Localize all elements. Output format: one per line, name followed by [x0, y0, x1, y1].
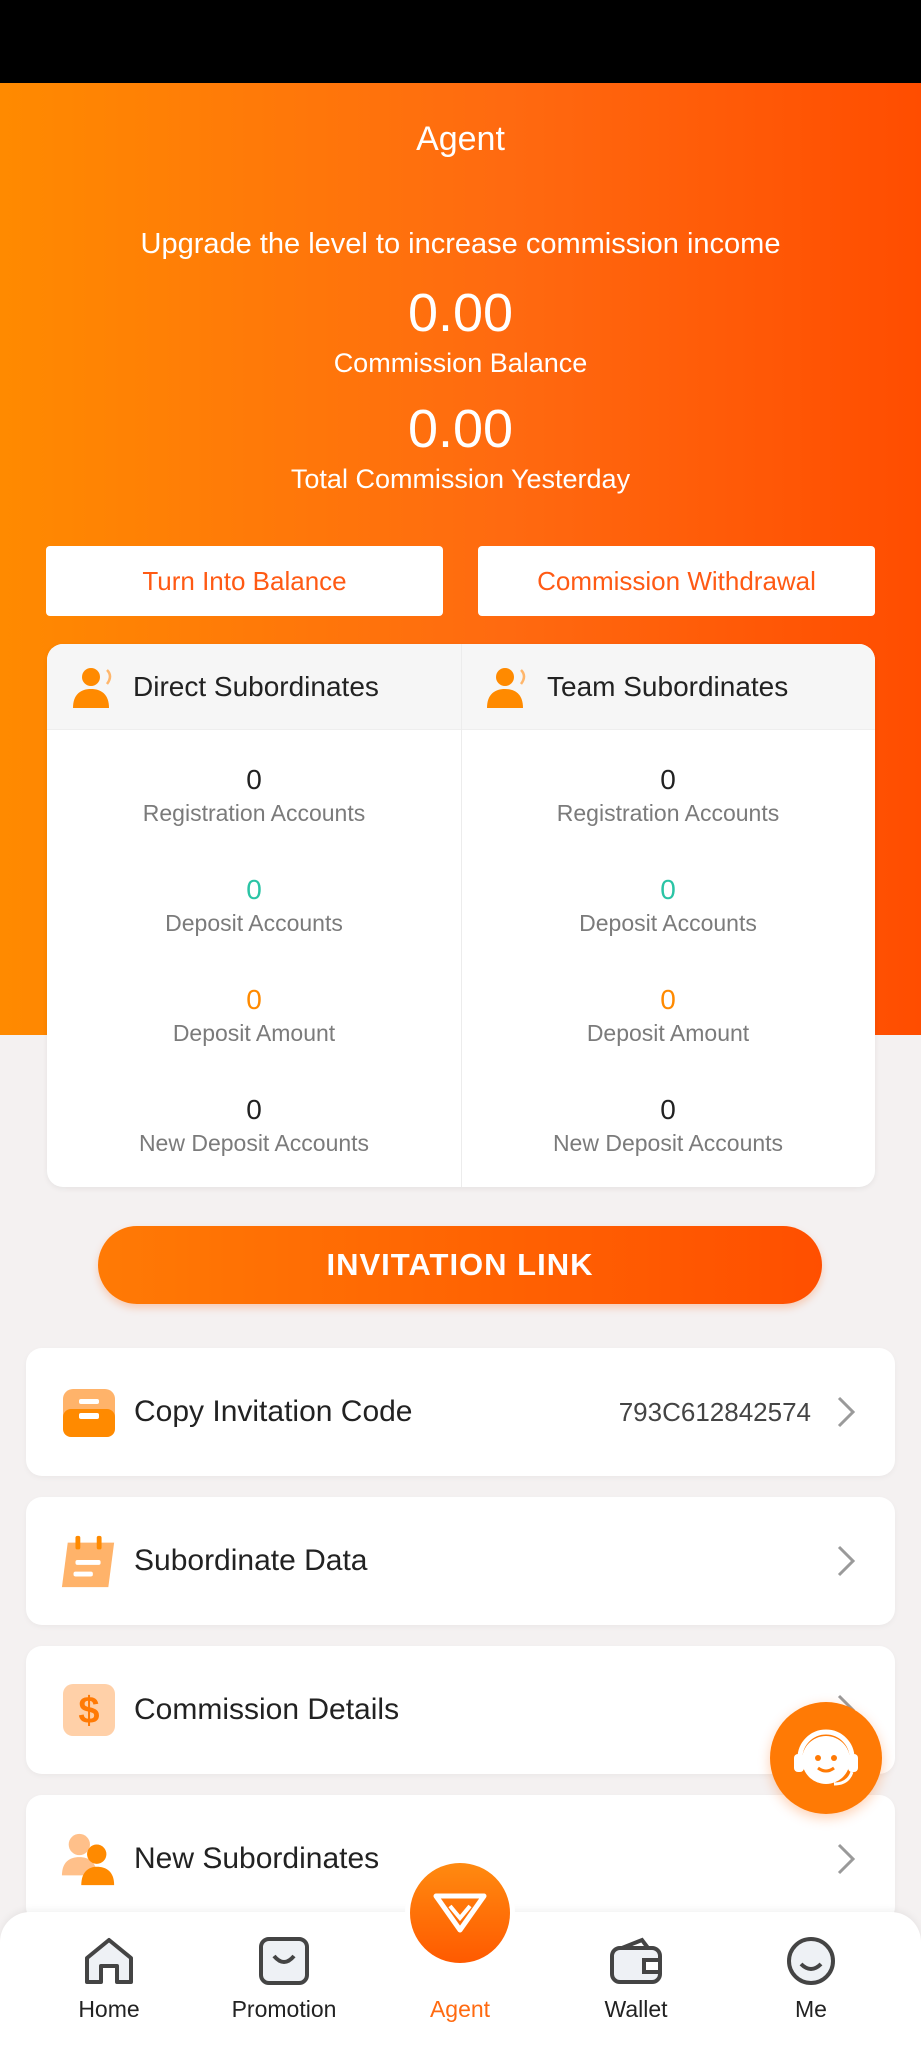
inbox-icon [60, 1383, 118, 1441]
tab-label: Home [78, 1996, 140, 2022]
tab-label: Wallet [604, 1996, 668, 2022]
status-bar [0, 0, 921, 83]
stat-label: Deposit Amount [586, 1020, 750, 1046]
commission-balance-value: 0.00 [407, 283, 514, 343]
tab-label: Agent [429, 1996, 491, 2022]
stat-label: Registration Accounts [142, 800, 366, 826]
headset-icon [794, 1729, 858, 1786]
direct-subordinates-title: Direct Subordinates [71, 644, 379, 730]
chevron-right-icon [837, 1843, 856, 1875]
invitation-code-value: 793C612842574 [618, 1396, 811, 1427]
stat-label: Deposit Accounts [165, 910, 343, 936]
commission-withdrawal-button[interactable]: Commission Withdrawal [478, 546, 875, 616]
customer-support-button[interactable] [770, 1702, 882, 1814]
tab-label: Promotion [231, 1996, 337, 2022]
tab-label: Me [795, 1996, 827, 2022]
chevron-right-icon [837, 1545, 856, 1577]
tab-agent[interactable]: Agent [368, 1922, 552, 2042]
direct-subordinates-label: Direct Subordinates [133, 671, 379, 702]
direct-new-deposit-accounts: 0 New Deposit Accounts [47, 1094, 461, 1157]
stat-label: Deposit Accounts [579, 910, 757, 936]
subordinates-stats-card: Direct Subordinates Team Subordinates 0 … [47, 644, 875, 1187]
team-subordinates-label: Team Subordinates [547, 671, 789, 702]
stat-label: Registration Accounts [556, 800, 780, 826]
turn-into-balance-button[interactable]: Turn Into Balance [46, 546, 443, 616]
tab-promotion[interactable]: Promotion [192, 1922, 376, 2042]
team-deposit-amount: 0 Deposit Amount [461, 984, 875, 1047]
stat-label: New Deposit Accounts [138, 1130, 370, 1156]
page-title: Agent [416, 120, 505, 158]
stat-value: 0 [246, 984, 262, 1015]
tab-wallet[interactable]: Wallet [544, 1922, 728, 2042]
stat-label: Deposit Amount [172, 1020, 336, 1046]
tab-home[interactable]: Home [17, 1922, 201, 2042]
stat-value: 0 [246, 1094, 262, 1125]
home-icon [81, 1922, 137, 1988]
copy-invitation-code-label: Copy Invitation Code [134, 1395, 413, 1428]
copy-invitation-code-row[interactable]: Copy Invitation Code 793C612842574 [26, 1348, 895, 1476]
stat-value: 0 [660, 764, 676, 795]
stat-value: 0 [660, 1094, 676, 1125]
subordinate-data-label: Subordinate Data [134, 1544, 368, 1577]
tab-me[interactable]: Me [719, 1922, 903, 2042]
person-icon [73, 668, 112, 708]
svg-text:$: $ [78, 1690, 99, 1732]
stat-label: New Deposit Accounts [552, 1130, 784, 1156]
yesterday-commission-value: 0.00 [407, 399, 514, 459]
subordinate-data-row[interactable]: Subordinate Data [26, 1497, 895, 1625]
chevron-right-icon [837, 1396, 856, 1428]
team-deposit-accounts: 0 Deposit Accounts [461, 874, 875, 937]
invitation-link-button[interactable]: INVITATION LINK [98, 1226, 822, 1304]
commission-balance-label: Commission Balance [333, 348, 588, 378]
direct-deposit-amount: 0 Deposit Amount [47, 984, 461, 1047]
team-subordinates-title: Team Subordinates [485, 644, 788, 730]
wallet-icon [608, 1922, 664, 1988]
team-registration-accounts: 0 Registration Accounts [461, 764, 875, 827]
stat-value: 0 [246, 874, 262, 905]
stat-value: 0 [660, 874, 676, 905]
shopping-bag-icon [256, 1922, 312, 1988]
commission-details-row[interactable]: $ Commission Details [26, 1646, 895, 1774]
yesterday-commission-label: Total Commission Yesterday [290, 464, 631, 494]
commission-details-label: Commission Details [134, 1693, 400, 1726]
upgrade-subtitle: Upgrade the level to increase commission… [140, 228, 781, 260]
direct-registration-accounts: 0 Registration Accounts [47, 764, 461, 827]
dollar-icon: $ [60, 1681, 118, 1739]
users-icon [60, 1830, 118, 1888]
team-new-deposit-accounts: 0 New Deposit Accounts [461, 1094, 875, 1157]
person-icon [487, 668, 526, 708]
calendar-icon [60, 1532, 118, 1590]
direct-deposit-accounts: 0 Deposit Accounts [47, 874, 461, 937]
stat-value: 0 [246, 764, 262, 795]
stat-value: 0 [660, 984, 676, 1015]
smile-icon [783, 1922, 839, 1988]
